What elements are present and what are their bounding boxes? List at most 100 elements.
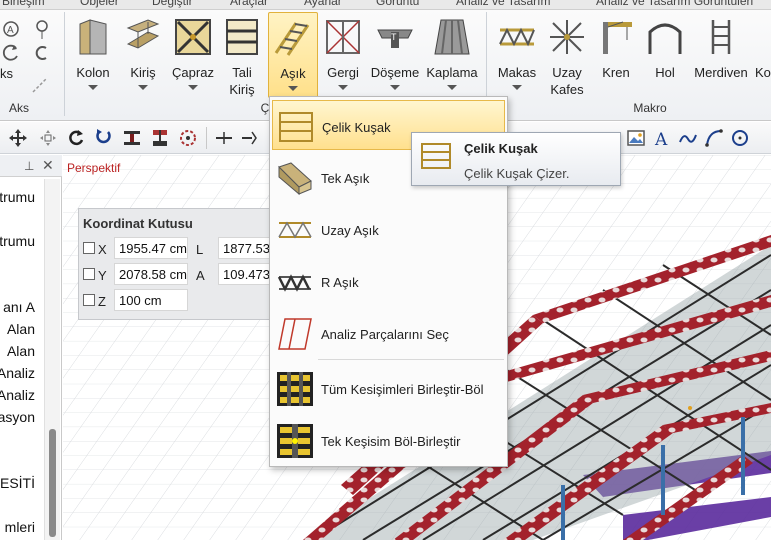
mirror-icon[interactable]	[122, 128, 142, 148]
menu-analiz-tasarim-goruntuleri[interactable]: Analiz ve Tasarım Görüntüleri	[596, 0, 753, 8]
pin-icon[interactable]: ⊥	[24, 159, 34, 173]
rotate-axis-icon[interactable]	[0, 42, 22, 64]
kren-button[interactable]: Kren	[594, 12, 638, 98]
tooltip-description: Çelik Kuşak Çizer.	[464, 166, 570, 181]
secondary-beam-icon	[226, 19, 258, 55]
gergi-label: Gergi	[327, 65, 359, 80]
x-label: X	[98, 242, 107, 257]
list-item[interactable]: Analiz	[0, 387, 35, 403]
kolon-label: Kolon	[76, 65, 110, 80]
z-lock-checkbox[interactable]	[83, 294, 95, 306]
aks-partial-label[interactable]: ks	[0, 66, 13, 81]
tie-rod-icon	[326, 20, 360, 54]
list-item[interactable]: anı A	[3, 299, 35, 315]
group-label-aks: Aks	[8, 101, 29, 115]
image-icon[interactable]	[626, 128, 646, 148]
kolon-button[interactable]: Kolon	[68, 12, 118, 98]
axis-c-icon[interactable]	[32, 42, 50, 64]
y-input[interactable]: 2078.58 cm	[114, 263, 188, 285]
l-label: L	[196, 242, 204, 257]
scrollbar-thumb[interactable]	[49, 429, 56, 537]
rotate-3d-icon[interactable]	[94, 128, 114, 148]
menu-item-tek-kesisim[interactable]: Tek Keşisim Böl-Birleştir	[272, 415, 505, 465]
rotate-icon[interactable]	[66, 128, 86, 148]
axis-side-icon[interactable]	[34, 18, 50, 40]
asik-button[interactable]: Aşık	[268, 12, 318, 98]
kaplama-button[interactable]: Kaplama	[424, 12, 480, 98]
menu-ayarlar[interactable]: Ayarlar	[304, 0, 342, 8]
list-item[interactable]: trumu	[0, 189, 35, 205]
align-icon[interactable]	[150, 128, 170, 148]
menu-item-label: Tek Aşık	[321, 171, 370, 186]
cross-brace-icon	[175, 19, 211, 55]
circle-icon[interactable]	[730, 128, 750, 148]
x-lock-checkbox[interactable]	[83, 242, 95, 254]
list-item[interactable]: Alan	[7, 343, 35, 359]
menu-araclar[interactable]: Araçlar	[230, 0, 268, 8]
list-item[interactable]: mleri	[5, 519, 35, 535]
purlin-icon	[274, 22, 310, 56]
close-icon[interactable]: ✕	[42, 157, 54, 174]
text-icon[interactable]: A	[652, 128, 672, 148]
y-lock-checkbox[interactable]	[83, 268, 95, 280]
arc-icon[interactable]	[704, 128, 724, 148]
menu-item-label: R Aşık	[321, 275, 359, 290]
tali-kiris-label: Tali Kiriş	[229, 65, 255, 97]
menu-objeler[interactable]: Objeler	[80, 0, 119, 8]
menu-item-tum-kesisimler[interactable]: Tüm Kesişimleri Birleştir-Böl	[272, 363, 505, 413]
z-input[interactable]: 100 cm	[114, 289, 188, 311]
menu-item-r-asik[interactable]: R Aşık	[272, 256, 505, 306]
hol-button[interactable]: Hol	[642, 12, 688, 98]
space-purlin-icon	[278, 221, 312, 239]
list-item[interactable]: nasyon	[0, 409, 35, 425]
extend-icon[interactable]	[214, 128, 234, 148]
merdiven-button[interactable]: Merdiven	[690, 12, 752, 98]
axis-point-icon[interactable]: A	[0, 18, 22, 40]
chevron-down-icon	[288, 86, 298, 91]
kiris-button[interactable]: Kiriş	[120, 12, 166, 98]
list-item[interactable]: Analiz	[0, 365, 35, 381]
menu-birlesim[interactable]: Birleşim	[2, 0, 45, 8]
menu-analiz-tasarim[interactable]: Analiz ve Tasarım	[456, 0, 550, 8]
coordinate-box-title: Koordinat Kutusu	[83, 216, 193, 231]
ko-button[interactable]: Ko	[752, 12, 771, 98]
chevron-down-icon	[338, 85, 348, 90]
kren-label: Kren	[602, 65, 630, 80]
tooltip-title: Çelik Kuşak	[464, 141, 538, 156]
menu-item-analiz-parcalari[interactable]: Analiz Parçalarını Seç	[272, 308, 505, 358]
chevron-down-icon	[188, 85, 198, 90]
list-item[interactable]: trumu	[0, 233, 35, 249]
chevron-down-icon	[512, 85, 522, 90]
move-icon[interactable]	[8, 128, 28, 148]
uzay-kafes-label: Uzay Kafes	[550, 65, 584, 97]
beam-icon	[126, 19, 160, 49]
scrollbar[interactable]	[44, 179, 60, 540]
uzay-kafes-button[interactable]: Uzay Kafes	[544, 12, 590, 98]
list-item[interactable]: Alan	[7, 321, 35, 337]
menu-goruntu[interactable]: Görüntü	[376, 0, 419, 8]
capraz-button[interactable]: Çapraz	[168, 12, 218, 98]
toolbar-separator	[206, 127, 207, 149]
menu-item-uzay-asik[interactable]: Uzay Aşık	[272, 204, 505, 254]
doseme-label: Döşeme	[370, 65, 420, 80]
tooltip: Çelik Kuşak Çelik Kuşak Çizer.	[411, 132, 621, 186]
list-item[interactable]: KESİTİ	[0, 475, 35, 491]
tali-kiris-button[interactable]: Tali Kiriş	[220, 12, 264, 98]
x-input[interactable]: 1955.47 cm	[114, 237, 188, 259]
menu-bar: Birleşim Objeler Değiştir Araçlar Ayarla…	[0, 0, 771, 10]
axis-line-icon[interactable]	[30, 74, 50, 96]
hol-label: Hol	[655, 65, 675, 80]
menu-degistir[interactable]: Değiştir	[152, 0, 193, 8]
chevron-down-icon	[447, 85, 457, 90]
gergi-button[interactable]: Gergi	[320, 12, 366, 98]
copy-move-icon[interactable]	[38, 128, 58, 148]
chevron-down-icon	[138, 85, 148, 90]
svg-text:A: A	[7, 25, 14, 36]
single-purlin-icon	[278, 162, 312, 195]
polyline-icon[interactable]	[678, 128, 698, 148]
trim-icon[interactable]	[240, 128, 260, 148]
array-icon[interactable]	[178, 128, 198, 148]
column-icon	[79, 19, 107, 55]
makas-button[interactable]: Makas	[492, 12, 542, 98]
doseme-button[interactable]: T Döşeme	[368, 12, 422, 98]
